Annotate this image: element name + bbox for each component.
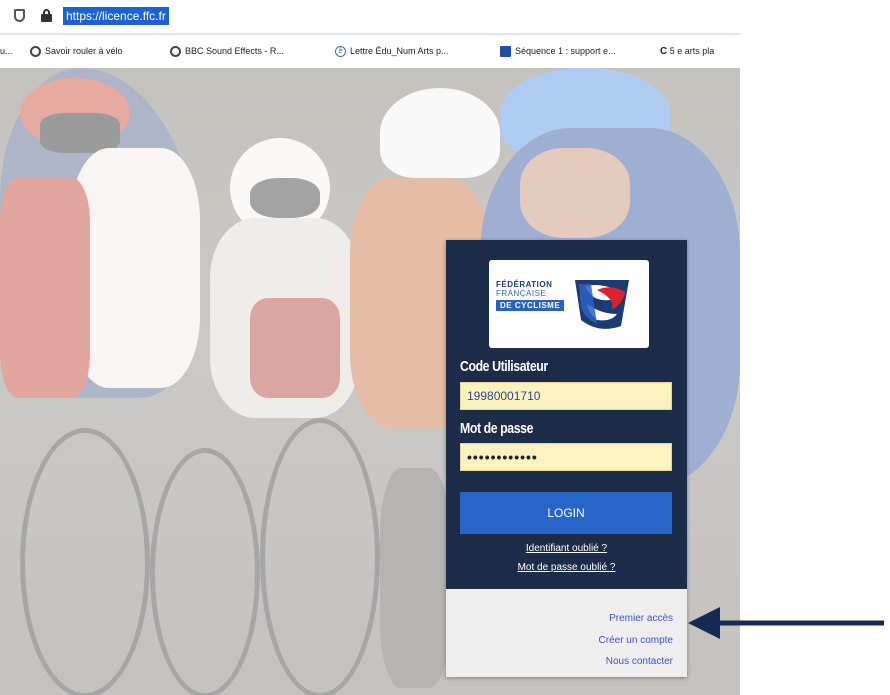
shield-icon[interactable] — [14, 9, 25, 22]
bookmark-item[interactable]: u... — [0, 44, 13, 58]
annotation-arrow-icon — [688, 607, 884, 639]
address-bar[interactable]: https://licence.ffc.fr — [0, 0, 740, 35]
bookmark-item[interactable]: ê Lettre Édu_Num Arts p... — [335, 44, 449, 58]
login-button[interactable]: LOGIN — [460, 492, 672, 534]
user-code-label: Code Utilisateur — [460, 358, 548, 375]
password-label: Mot de passe — [460, 420, 534, 437]
forgot-id-link[interactable]: Identifiant oublié ? — [446, 543, 687, 554]
bookmark-item[interactable]: C 5 e arts pla — [660, 44, 714, 58]
bookmark-label: BBC Sound Effects - R... — [185, 46, 284, 56]
contact-link[interactable]: Nous contacter — [606, 656, 673, 667]
user-code-input[interactable]: 19980001710 — [460, 382, 672, 410]
password-input[interactable]: •••••••••••• — [460, 443, 672, 471]
card-footer: Premier accès Créer un compte Nous conta… — [446, 589, 687, 677]
square-icon — [500, 46, 511, 58]
logo-emblem-icon — [575, 280, 629, 329]
bookmarks-bar: u... Savoir rouler à vélo BBC Sound Effe… — [0, 36, 740, 66]
lock-icon[interactable] — [41, 9, 52, 22]
logo-line-2: FRANÇAISE — [496, 289, 547, 298]
globe-icon — [170, 46, 181, 58]
login-card: FÉDÉRATION FRANÇAISE DE CYCLISME Code Ut… — [446, 240, 687, 677]
edu-icon: ê — [335, 46, 346, 58]
url-text[interactable]: https://licence.ffc.fr — [63, 7, 169, 25]
logo-line-1: FÉDÉRATION — [496, 280, 553, 289]
bookmark-item[interactable]: Savoir rouler à vélo — [30, 44, 123, 58]
bookmark-label: Savoir rouler à vélo — [45, 46, 123, 56]
forgot-password-link[interactable]: Mot de passe oublié ? — [446, 562, 687, 573]
first-access-link[interactable]: Premier accès — [609, 613, 673, 624]
bookmark-item[interactable]: Séquence 1 : support e... — [500, 44, 616, 58]
globe-icon — [30, 46, 41, 58]
bookmark-label: 5 e arts pla — [669, 46, 715, 56]
c-icon: C — [660, 46, 668, 57]
logo-line-3: DE CYCLISME — [496, 300, 565, 311]
bookmark-label: Lettre Édu_Num Arts p... — [350, 46, 449, 56]
bookmark-label: Séquence 1 : support e... — [515, 46, 616, 56]
create-account-link[interactable]: Créer un compte — [599, 635, 673, 646]
ffc-logo: FÉDÉRATION FRANÇAISE DE CYCLISME — [489, 260, 649, 348]
bookmark-label: u... — [0, 46, 13, 56]
bookmark-item[interactable]: BBC Sound Effects - R... — [170, 44, 284, 58]
